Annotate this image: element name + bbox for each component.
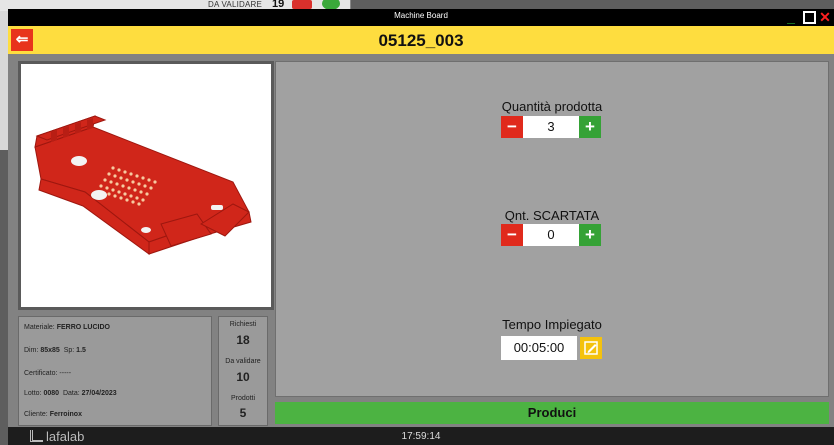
background-da-validare-label: DA VALIDARE (208, 0, 263, 9)
scartata-increment-button[interactable]: + (579, 224, 601, 246)
order-code: 05125_003 (378, 31, 464, 50)
certificato-row: Certificato: ----- (24, 370, 71, 377)
dimension-row: Dim: 85x85 Sp: 1.5 (24, 347, 86, 354)
sp-value: 1.5 (76, 347, 86, 354)
cliente-label: Cliente: (24, 411, 48, 418)
header-bar: ⇐ 05125_003 (8, 26, 834, 54)
edit-time-button[interactable] (580, 337, 602, 359)
richiesti-label: Richiesti (229, 321, 257, 328)
production-stats: Richiesti 18 Da validare 10 Prodotti 5 (218, 316, 268, 426)
materiale-label: Materiale: (24, 324, 55, 331)
part-image (18, 61, 274, 310)
edit-icon (584, 341, 598, 355)
scartata-decrement-button[interactable]: − (501, 224, 523, 246)
quantita-increment-button[interactable]: + (579, 116, 601, 138)
data-value: 27/04/2023 (81, 390, 117, 397)
qnt-scartata-label: Qnt. SCARTATA (504, 208, 600, 223)
part-info-box: Materiale: FERRO LUCIDO Dim: 85x85 Sp: 1… (18, 316, 212, 426)
cliente-row: Cliente: Ferroinox (24, 411, 82, 418)
maximize-icon[interactable] (802, 9, 816, 26)
tempo-impiegato-input[interactable]: 00:05:00 (501, 336, 577, 360)
quantita-decrement-button[interactable]: − (501, 116, 523, 138)
tempo-impiegato-label: Tempo Impiegato (502, 317, 602, 332)
materiale-value: FERRO LUCIDO (56, 324, 110, 331)
status-bar: lafalab 17:59:14 (8, 427, 834, 445)
richiesti-value: 18 (236, 333, 250, 347)
machine-board-window: Machine Board _ ✕ ⇐ 05125_003 Materiale:… (8, 9, 834, 445)
title-bar: Machine Board _ ✕ (8, 9, 834, 26)
materiale-row: Materiale: FERRO LUCIDO (24, 324, 110, 331)
window-title: Machine Board (394, 11, 448, 20)
dim-label: Dim: (24, 347, 39, 354)
lotto-row: Lotto: 0080 Data: 27/04/2023 (24, 390, 117, 397)
cliente-value: Ferroinox (49, 411, 82, 418)
sp-label: Sp: (63, 347, 75, 354)
main-content: Materiale: FERRO LUCIDO Dim: 85x85 Sp: 1… (8, 54, 834, 427)
qnt-scartata-input[interactable]: 0 (523, 224, 579, 246)
prodotti-value: 5 (239, 406, 247, 420)
data-label: Data: (62, 390, 80, 397)
lotto-label: Lotto: (24, 390, 42, 397)
clock: 17:59:14 (401, 431, 441, 442)
lotto-value: 0080 (43, 390, 60, 397)
minimize-icon[interactable]: _ (784, 9, 798, 26)
background-red-button[interactable] (292, 0, 312, 9)
sheet-metal-part-illustration (34, 115, 252, 255)
qnt-scartata-stepper: − 0 + (501, 224, 601, 246)
prodotti-label: Prodotti (230, 395, 256, 402)
production-form: Quantità prodotta − 3 + Qnt. SCARTATA − … (275, 61, 829, 397)
certificato-label: Certificato: (24, 370, 58, 377)
close-icon[interactable]: ✕ (818, 9, 832, 26)
quantita-prodotta-stepper: − 3 + (501, 116, 601, 138)
quantita-prodotta-input[interactable]: 3 (523, 116, 579, 138)
certificato-value: ----- (59, 370, 72, 377)
produce-button[interactable]: Produci (275, 402, 829, 424)
da-validare-label: Da validare (225, 358, 261, 365)
da-validare-value: 10 (236, 370, 250, 384)
dim-value: 85x85 (40, 347, 60, 354)
quantita-prodotta-label: Quantità prodotta (501, 99, 603, 114)
